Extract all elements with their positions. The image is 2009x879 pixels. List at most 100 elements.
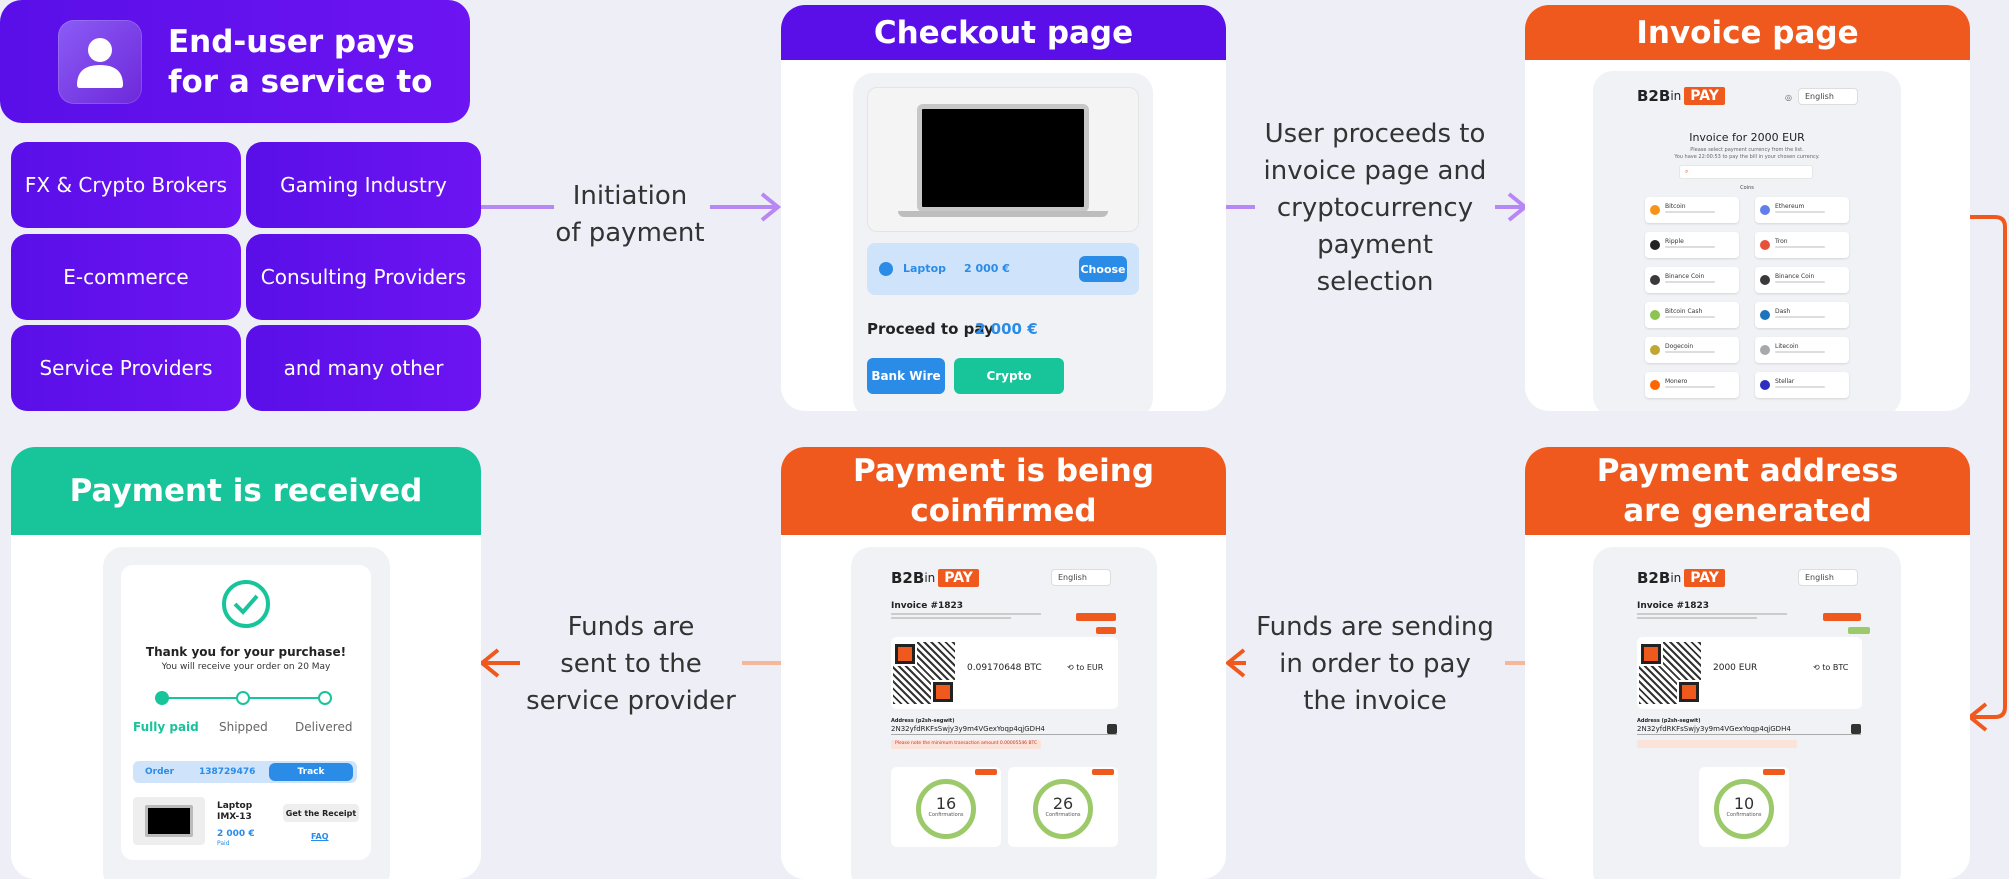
invoice-screenshot: B2B in PAY ◎ English Invoice for 2000 EUR … xyxy=(1593,71,1901,411)
coin-icon xyxy=(1650,240,1660,250)
bank-wire-button[interactable]: Bank Wire xyxy=(867,358,945,394)
coin-option[interactable]: Binance Coin xyxy=(1755,267,1849,293)
address-amount: 2000 EUR xyxy=(1713,663,1758,673)
coin-option[interactable]: Dash xyxy=(1755,302,1849,328)
product-name: Laptop xyxy=(903,262,946,275)
coin-option[interactable]: Bitcoin xyxy=(1645,197,1739,223)
check-icon xyxy=(222,580,270,628)
order-row: Order 138729476 Track xyxy=(133,761,357,783)
checkout-title: Checkout page xyxy=(781,5,1226,60)
coin-icon xyxy=(1650,275,1660,285)
step-fully-paid: Fully paid xyxy=(133,720,199,734)
coin-name: Stellar xyxy=(1775,378,1795,385)
faq-link[interactable]: FAQ xyxy=(311,832,329,841)
coin-name: Litecoin xyxy=(1775,343,1799,350)
amount-panel: 2000 EUR ⟲ to BTC xyxy=(1637,637,1862,709)
order-panel: Thank you for your purchase! You will re… xyxy=(121,565,371,860)
confirming-card: Payment is being coinfirmed B2B in PAY Engl… xyxy=(781,447,1226,879)
step-dot-shipped xyxy=(236,691,250,705)
invoice-sub2: You have 22:00:53 to pay the bill in you… xyxy=(1674,154,1820,160)
coin-name: Ripple xyxy=(1665,238,1684,245)
coin-icon xyxy=(1760,205,1770,215)
status-badge xyxy=(1096,627,1116,634)
coin-option[interactable]: Dogecoin xyxy=(1645,337,1739,363)
tile-service-providers: Service Providers xyxy=(11,325,241,411)
warning-banner: Please note the minimum transaction amou… xyxy=(891,740,1041,749)
language-select[interactable]: English xyxy=(1051,569,1111,586)
qr-code xyxy=(893,642,955,704)
recalculate-button[interactable] xyxy=(1823,613,1861,621)
address-field[interactable]: 2N32yfdRKFsSwjy3y9m4VGexYoqp4qjGDH4 xyxy=(891,724,1117,735)
tile-many-other: and many other xyxy=(246,325,481,411)
confirming-screenshot: B2B in PAY English Invoice #1823 0.0917064… xyxy=(851,547,1157,879)
coin-icon xyxy=(1650,205,1660,215)
laptop-image-frame xyxy=(867,87,1139,232)
coin-option[interactable]: Binance Coin xyxy=(1645,267,1739,293)
invoice-sub1: Please select payment currency from the … xyxy=(1690,147,1804,153)
tile-consulting-providers: Consulting Providers xyxy=(246,234,481,320)
tile-fx-crypto-brokers: FX & Crypto Brokers xyxy=(11,142,241,228)
coin-option[interactable]: Monero xyxy=(1645,372,1739,398)
coin-icon xyxy=(1760,275,1770,285)
coin-option[interactable]: Litecoin xyxy=(1755,337,1849,363)
language-select[interactable]: English xyxy=(1798,569,1858,586)
laptop-screen xyxy=(917,104,1089,212)
step-delivered: Delivered xyxy=(295,720,353,734)
confirming-title: Payment is being coinfirmed xyxy=(781,447,1226,535)
language-select[interactable]: English xyxy=(1798,88,1858,105)
coin-name: Bitcoin Cash xyxy=(1665,308,1703,315)
coin-name: Binance Coin xyxy=(1775,273,1815,280)
coin-option[interactable]: Ethereum xyxy=(1755,197,1849,223)
arrow-down-connector xyxy=(1970,215,2007,719)
choose-button[interactable]: Choose xyxy=(1079,256,1127,282)
coin-name: Bitcoin xyxy=(1665,203,1686,210)
coin-name: Binance Coin xyxy=(1665,273,1705,280)
amount-panel: 0.09170648 BTC ⟲ to EUR xyxy=(891,637,1118,709)
product-price: 2 000 € xyxy=(964,262,1010,275)
caption-proceed: User proceeds to invoice page and cryptocu… xyxy=(1263,119,1487,297)
step-dot-paid xyxy=(155,691,169,705)
coin-icon xyxy=(1760,345,1770,355)
qr-code xyxy=(1639,642,1701,704)
receipt-button[interactable]: Get the Receipt xyxy=(283,804,359,822)
caption-initiation: Initiation of payment xyxy=(555,181,705,248)
warning-banner xyxy=(1637,740,1797,748)
coin-search-input[interactable]: ⌕ xyxy=(1679,165,1813,179)
received-card: Payment is received Thank you for your p… xyxy=(11,447,481,879)
coin-icon xyxy=(1760,380,1770,390)
checkout-screenshot: Laptop 2 000 € Choose Proceed to pay 2 0… xyxy=(853,73,1153,411)
coin-option[interactable]: Bitcoin Cash xyxy=(1645,302,1739,328)
confirmation-ring-2: 26 Confirmations xyxy=(1033,779,1093,839)
address-label: Address (p2sh-segwit) xyxy=(891,718,955,724)
address-card: Payment address are generated B2B in PAY En… xyxy=(1525,447,1970,879)
globe-icon: ◎ xyxy=(1785,93,1792,102)
product-row[interactable]: Laptop 2 000 € Choose xyxy=(867,243,1139,295)
coin-name: Ethereum xyxy=(1775,203,1805,210)
received-screenshot: Thank you for your purchase! You will re… xyxy=(103,547,390,879)
coin-icon xyxy=(1650,345,1660,355)
checkout-card: Checkout page Laptop 2 000 € Choose Proc… xyxy=(781,5,1226,411)
coin-option[interactable]: Tron xyxy=(1755,232,1849,258)
delivery-text: You will receive your order on 20 May xyxy=(161,662,331,672)
product-radio[interactable] xyxy=(879,262,893,276)
coin-option[interactable]: Stellar xyxy=(1755,372,1849,398)
confirming-amount: 0.09170648 BTC xyxy=(967,663,1042,673)
coin-name: Dogecoin xyxy=(1665,343,1694,350)
track-button[interactable]: Track xyxy=(269,763,353,781)
b2binpay-logo: B2B in PAY xyxy=(1637,87,1725,105)
product-line1: Laptop xyxy=(217,801,253,811)
address-field[interactable]: 2N32yfdRKFsSwjy3y9m4VGexYoqp4qjGDH4 xyxy=(1637,724,1861,735)
thanks-text: Thank you for your purchase! xyxy=(145,645,347,659)
recalculate-button[interactable] xyxy=(1076,613,1116,621)
crypto-button[interactable]: Crypto xyxy=(954,358,1064,394)
product-thumbnail xyxy=(133,797,205,845)
coin-option[interactable]: Ripple xyxy=(1645,232,1739,258)
confirmation-ring: 10 Confirmations xyxy=(1714,779,1774,839)
invoice-heading: Invoice for 2000 EUR xyxy=(1689,131,1805,144)
b2binpay-logo: B2B in PAY xyxy=(1637,569,1725,587)
proceed-amount: 2 000 € xyxy=(975,320,1038,338)
coin-icon xyxy=(1650,310,1660,320)
coin-name: Tron xyxy=(1775,238,1788,245)
received-title: Payment is received xyxy=(11,447,481,535)
invoice-title: Invoice page xyxy=(1525,5,1970,60)
